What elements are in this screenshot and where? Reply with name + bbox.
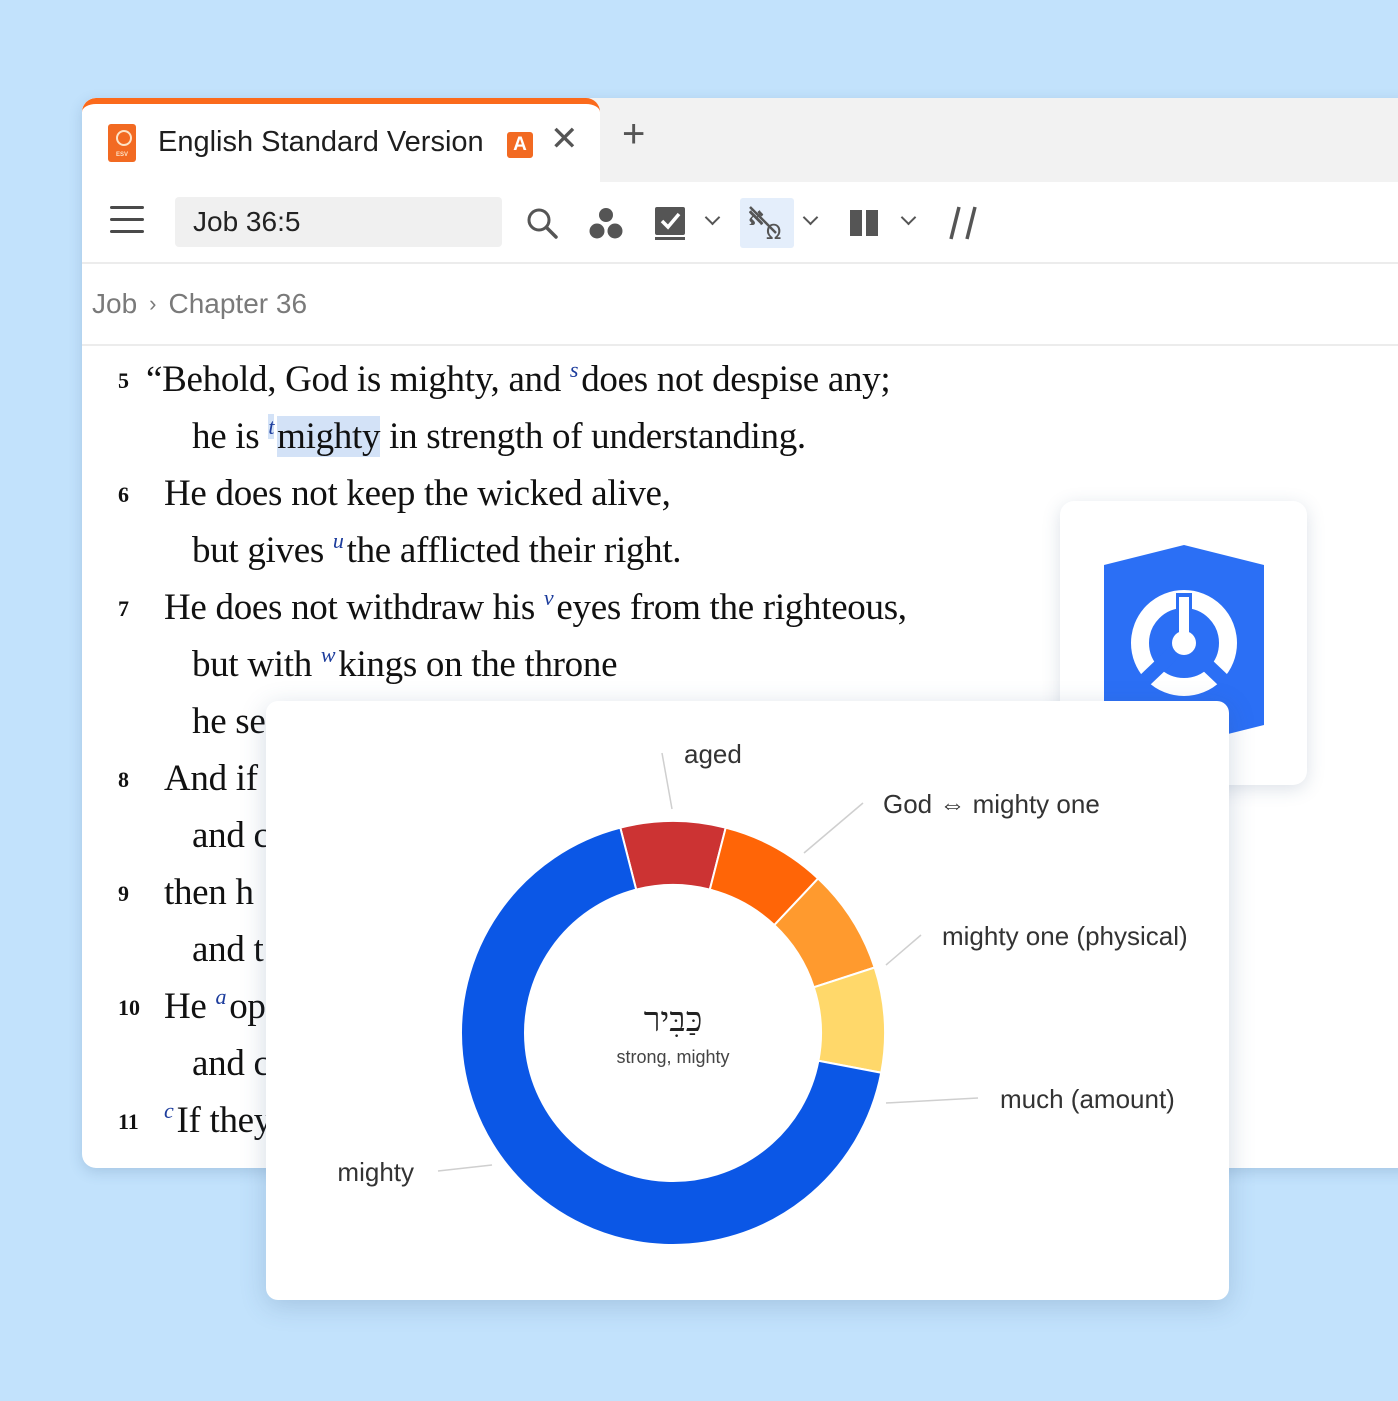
slice-label: mighty one (physical) <box>942 921 1188 951</box>
slice-label: much (amount) <box>1000 1084 1175 1114</box>
verse-line: He does not keep the wicked alive, <box>164 472 671 515</box>
close-icon[interactable]: ✕ <box>550 122 579 156</box>
columns-icon[interactable] <box>842 198 886 248</box>
verse-text: but gives <box>192 530 333 571</box>
interlinear-icon[interactable]: ℵΩ <box>740 198 794 248</box>
verse-line: and t <box>192 928 264 971</box>
verse-number[interactable]: 10 <box>118 995 140 1021</box>
chevron-down-icon[interactable] <box>802 208 820 238</box>
verse-line: then h <box>164 871 254 914</box>
verse-line: but with wkings on the throne <box>192 642 618 686</box>
verse-text: the afflicted their right. <box>346 530 682 571</box>
donut-chart: aged God ⇔ mighty one mighty one (physical… <box>337 739 1188 1246</box>
center-gloss: strong, mighty <box>616 1047 729 1067</box>
breadcrumb-chapter[interactable]: Chapter 36 <box>168 288 307 319</box>
verse-line: He aop <box>164 984 266 1028</box>
footnote-marker[interactable]: u <box>333 528 344 553</box>
svg-text:Ω: Ω <box>766 220 781 243</box>
leader-line <box>437 1164 493 1172</box>
word-sense-chart: aged God ⇔ mighty one mighty one (physical… <box>266 701 1229 1300</box>
parallel-icon[interactable] <box>938 198 988 248</box>
verse-line: And if <box>164 757 258 800</box>
verse-text: He <box>164 986 216 1027</box>
breadcrumb: Job › Chapter 36 <box>92 288 307 320</box>
new-tab-button[interactable]: + <box>622 114 645 154</box>
slice-label: aged <box>684 739 742 769</box>
breadcrumb-book[interactable]: Job <box>92 288 137 319</box>
verse-line: and c <box>192 1042 270 1085</box>
verse-text: in strength of understanding. <box>380 416 806 457</box>
donut-slice[interactable] <box>619 820 727 891</box>
verse-text: op <box>229 986 266 1027</box>
chevron-down-icon[interactable] <box>704 208 722 238</box>
book-icon <box>108 124 136 162</box>
slice-label: mighty <box>337 1157 414 1187</box>
verse-line: and c <box>192 814 270 857</box>
verse-text: and c <box>192 815 270 856</box>
verse-text: then h <box>164 872 254 913</box>
verse-line: “Behold, God is mighty, and sdoes not de… <box>146 357 891 401</box>
tab-english-standard-version[interactable]: English Standard Version A ✕ <box>82 98 600 182</box>
verse-number[interactable]: 11 <box>118 1109 139 1135</box>
verse-number[interactable]: 5 <box>118 368 129 394</box>
leader-line <box>885 934 922 966</box>
verse-number[interactable]: 7 <box>118 596 129 622</box>
verse-text: And if <box>164 758 258 799</box>
footnote-marker[interactable]: v <box>544 585 554 610</box>
footnote-marker[interactable]: t <box>268 414 274 439</box>
donut-slice[interactable] <box>812 966 886 1074</box>
verse-text: eyes from the righteous, <box>556 587 907 628</box>
footnote-marker[interactable]: a <box>216 984 227 1009</box>
verse-text: He does not keep the wicked alive, <box>164 473 671 514</box>
verse-number[interactable]: 8 <box>118 767 129 793</box>
verse-text: does not despise any; <box>581 359 891 400</box>
verse-line: he se <box>192 700 266 743</box>
tab-title: English Standard Version <box>158 126 484 158</box>
checkbox-icon[interactable] <box>648 198 692 248</box>
footnote-marker[interactable]: c <box>164 1098 174 1123</box>
verse-text: but with <box>192 644 321 685</box>
leader-line <box>885 1097 979 1104</box>
footnote-marker[interactable]: s <box>570 357 579 382</box>
highlighted-word[interactable]: mighty <box>277 416 380 457</box>
verse-text: and c <box>192 1043 270 1084</box>
leader-line <box>803 802 864 854</box>
footnote-marker[interactable]: w <box>321 642 336 667</box>
verse-line: He does not withdraw his veyes from the … <box>164 585 907 629</box>
cluster-icon[interactable] <box>584 198 628 248</box>
leader-line <box>661 752 673 810</box>
chevron-down-icon[interactable] <box>900 208 918 238</box>
verse-text: If they <box>176 1100 272 1141</box>
toolbar: ℵΩ <box>82 182 1398 264</box>
breadcrumb-separator: › <box>149 291 157 316</box>
verse-number[interactable]: 9 <box>118 881 129 907</box>
verse-text: he se <box>192 701 266 742</box>
verse-line: he is tmighty in strength of understandi… <box>192 414 806 458</box>
verse-line: but gives uthe afflicted their right. <box>192 528 682 572</box>
verse-text: he is <box>192 416 269 457</box>
slice-label: God ⇔ mighty one <box>883 789 1100 819</box>
verse-text: kings on the throne <box>338 644 618 685</box>
verse-number[interactable]: 6 <box>118 482 129 508</box>
center-lemma: כַּבִּיר <box>644 1000 703 1040</box>
verse-text: and t <box>192 929 264 970</box>
tab-strip: English Standard Version A ✕ + <box>82 98 1398 182</box>
reference-input[interactable] <box>175 197 502 247</box>
verse-line: cIf they <box>164 1098 272 1142</box>
verse-text: “Behold, God is mighty, and <box>146 359 570 400</box>
search-icon[interactable] <box>520 198 564 248</box>
verse-text: He does not withdraw his <box>164 587 544 628</box>
menu-icon[interactable] <box>110 206 144 236</box>
tab-badge[interactable]: A <box>507 132 533 158</box>
